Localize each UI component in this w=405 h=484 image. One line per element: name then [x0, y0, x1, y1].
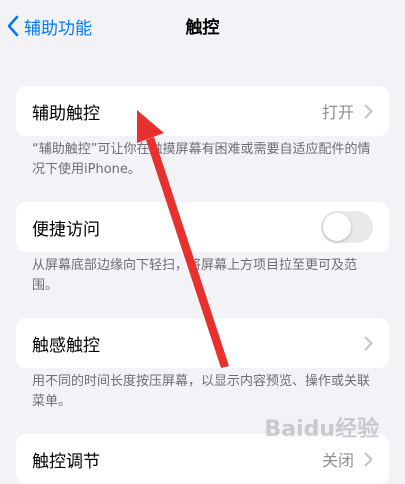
- touch-accommodations-value: 关闭: [321, 451, 354, 470]
- reachability-footnote: 从屏幕底部边缘向下轻扫，将屏幕上方项目拉至更可及范围。: [32, 258, 358, 293]
- page-title: 触控: [185, 18, 220, 38]
- assistive-touch-value: 打开: [321, 103, 354, 122]
- reachability-toggle[interactable]: [321, 211, 373, 243]
- assistive-touch-group: 辅助触控 打开: [16, 86, 389, 136]
- chevron-right-icon: [364, 452, 373, 466]
- haptic-touch-row[interactable]: 触感触控: [16, 318, 389, 368]
- reachability-group: 便捷访问: [16, 202, 389, 252]
- assistive-touch-row[interactable]: 辅助触控 打开: [16, 86, 389, 136]
- chevron-right-icon: [364, 336, 373, 350]
- haptic-touch-footnote: 用不同的时间长度按压屏幕，以显示内容预览、操作或关联菜单。: [32, 374, 371, 409]
- haptic-touch-label: 触感触控: [32, 335, 100, 356]
- touch-accommodations-label: 触控调节: [32, 451, 100, 472]
- haptic-touch-group: 触感触控: [16, 318, 389, 368]
- watermark: Baidu经验: [264, 417, 379, 442]
- toggle-knob: [323, 213, 351, 241]
- chevron-right-icon: [364, 104, 373, 118]
- navigation-bar: 辅助功能 触控: [0, 0, 405, 52]
- assistive-touch-label: 辅助触控: [32, 103, 100, 124]
- reachability-row: 便捷访问: [16, 202, 389, 252]
- assistive-touch-footnote: “辅助触控”可让你在触摸屏幕有困难或需要自适应配件的情况下使用iPhone。: [32, 142, 371, 177]
- reachability-label: 便捷访问: [32, 219, 100, 240]
